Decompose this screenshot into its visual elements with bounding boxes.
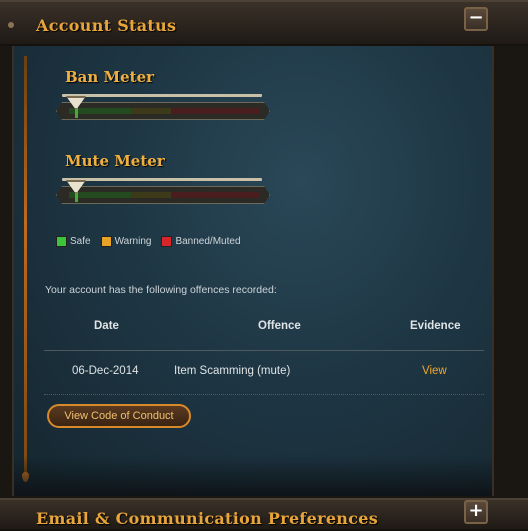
account-status-panel: Ban Meter Mute Meter Safe Warning Banned… xyxy=(12,46,494,496)
warning-zone xyxy=(131,108,171,114)
email-prefs-title: Email & Communication Preferences xyxy=(36,509,379,528)
column-header-evidence: Evidence xyxy=(410,320,461,332)
mute-meter xyxy=(56,178,270,206)
right-border xyxy=(496,46,528,498)
offences-intro: Your account has the following offences … xyxy=(45,284,277,296)
row-divider xyxy=(44,394,484,395)
safe-zone xyxy=(69,108,131,114)
evidence-view-link[interactable]: View xyxy=(422,365,447,377)
legend-banned-label: Banned/Muted xyxy=(175,236,241,247)
view-code-of-conduct-button[interactable]: View Code of Conduct xyxy=(47,404,191,428)
legend-safe-label: Safe xyxy=(70,236,91,247)
offence-date: 06-Dec-2014 xyxy=(72,365,139,377)
yellow-swatch xyxy=(100,236,112,247)
column-header-offence: Offence xyxy=(258,320,301,332)
legend-safe: Safe xyxy=(56,236,91,247)
meter-needle xyxy=(75,192,78,202)
legend-warning-label: Warning xyxy=(114,236,152,247)
green-swatch xyxy=(56,236,67,247)
meter-track xyxy=(56,186,270,204)
meter-needle xyxy=(75,108,78,118)
meter-track xyxy=(56,102,270,120)
collapse-button[interactable]: − xyxy=(464,7,488,31)
muted-zone xyxy=(171,192,259,198)
column-header-date: Date xyxy=(94,320,119,332)
account-status-header: Account Status − xyxy=(0,0,528,46)
banned-zone xyxy=(171,108,259,114)
ban-meter xyxy=(56,94,270,122)
meter-rail xyxy=(62,178,262,181)
warning-zone xyxy=(131,192,171,198)
mute-meter-title: Mute Meter xyxy=(65,152,165,170)
nail-decoration xyxy=(8,22,14,28)
legend-warning: Warning xyxy=(100,236,152,247)
left-rail-decoration xyxy=(22,56,29,482)
email-prefs-header: Email & Communication Preferences + xyxy=(0,498,528,531)
ban-meter-title: Ban Meter xyxy=(65,68,155,86)
meter-legend: Safe Warning Banned/Muted xyxy=(56,236,241,247)
account-status-title: Account Status xyxy=(36,16,177,35)
offence-type: Item Scamming (mute) xyxy=(174,365,291,377)
safe-zone xyxy=(69,192,131,198)
meter-rail xyxy=(62,94,262,97)
legend-banned: Banned/Muted xyxy=(161,236,241,247)
header-divider xyxy=(44,350,484,351)
red-swatch xyxy=(161,236,173,247)
expand-button[interactable]: + xyxy=(464,500,488,524)
